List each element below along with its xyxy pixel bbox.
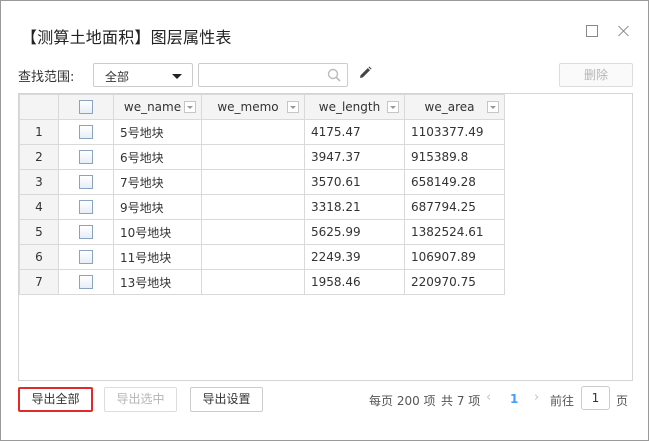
cell-we-name[interactable]: 7号地块 — [113, 169, 202, 195]
search-scope-label: 查找范围: — [18, 70, 75, 85]
select-all-header — [58, 94, 114, 120]
cell-we-name[interactable]: 6号地块 — [113, 144, 202, 170]
cell-we-memo[interactable] — [201, 194, 305, 220]
table-row[interactable]: 3 7号地块 3570.61 658149.28 — [19, 169, 505, 195]
filter-icon[interactable] — [387, 101, 399, 113]
cell-we-length[interactable]: 3318.21 — [304, 194, 405, 220]
cell-we-area[interactable]: 658149.28 — [404, 169, 505, 195]
row-number: 3 — [19, 169, 59, 195]
row-number: 1 — [19, 119, 59, 145]
chevron-down-icon — [172, 74, 182, 79]
cell-we-name[interactable]: 9号地块 — [113, 194, 202, 220]
cell-we-area[interactable]: 1382524.61 — [404, 219, 505, 245]
select-all-checkbox[interactable] — [79, 100, 93, 115]
cell-we-length[interactable]: 4175.47 — [304, 119, 405, 145]
cell-we-memo[interactable] — [201, 269, 305, 295]
page-size-label: 每页 200 项 — [369, 394, 436, 408]
table-row[interactable]: 1 5号地块 4175.47 1103377.49 — [19, 119, 505, 145]
page-unit-label: 页 — [616, 394, 629, 408]
table-row[interactable]: 6 11号地块 2249.39 106907.89 — [19, 244, 505, 270]
column-label: we_memo — [217, 100, 279, 114]
prev-page-button[interactable]: ‹ — [486, 390, 491, 405]
scope-dropdown[interactable]: 全部 — [93, 63, 193, 87]
next-page-button[interactable]: › — [534, 390, 539, 405]
cell-we-memo[interactable] — [201, 244, 305, 270]
row-checkbox[interactable] — [79, 150, 93, 165]
table-row[interactable]: 7 13号地块 1958.46 220970.75 — [19, 269, 505, 295]
dialog-title: 【测算土地面积】图层属性表 — [21, 28, 232, 47]
column-header-we-memo[interactable]: we_memo — [201, 94, 305, 120]
close-icon[interactable] — [616, 23, 632, 39]
cell-we-memo[interactable] — [201, 219, 305, 245]
row-select-cell — [58, 194, 114, 220]
cell-we-memo[interactable] — [201, 144, 305, 170]
attribute-table: we_name we_memo we_length we_area 1 5号地块… — [19, 94, 505, 295]
row-checkbox[interactable] — [79, 200, 93, 215]
goto-page-input[interactable]: 1 — [581, 386, 610, 410]
column-label: we_name — [123, 100, 182, 114]
row-number: 2 — [19, 144, 59, 170]
delete-button[interactable]: 删除 — [559, 63, 633, 87]
attribute-grid: we_name we_memo we_length we_area 1 5号地块… — [18, 93, 633, 381]
row-checkbox[interactable] — [79, 225, 93, 240]
row-select-cell — [58, 269, 114, 295]
filter-icon[interactable] — [184, 101, 196, 113]
row-checkbox[interactable] — [79, 275, 93, 290]
row-select-cell — [58, 244, 114, 270]
row-number: 5 — [19, 219, 59, 245]
cell-we-area[interactable]: 106907.89 — [404, 244, 505, 270]
scope-dropdown-value: 全部 — [105, 70, 130, 84]
cell-we-memo[interactable] — [201, 169, 305, 195]
cell-we-name[interactable]: 11号地块 — [113, 244, 202, 270]
cell-we-length[interactable]: 3570.61 — [304, 169, 405, 195]
goto-label: 前往 — [550, 394, 575, 408]
cell-we-area[interactable]: 687794.25 — [404, 194, 505, 220]
cell-we-length[interactable]: 1958.46 — [304, 269, 405, 295]
attribute-table-dialog: 【测算土地面积】图层属性表 查找范围: 全部 删除 we_name we_mem… — [0, 0, 649, 441]
filter-icon[interactable] — [287, 101, 299, 113]
table-row[interactable]: 2 6号地块 3947.37 915389.8 — [19, 144, 505, 170]
row-select-cell — [58, 144, 114, 170]
row-number: 4 — [19, 194, 59, 220]
row-select-cell — [58, 119, 114, 145]
column-label: we_length — [318, 100, 381, 114]
filter-icon[interactable] — [487, 101, 499, 113]
row-checkbox[interactable] — [79, 125, 93, 140]
column-header-we-area[interactable]: we_area — [404, 94, 505, 120]
row-select-cell — [58, 169, 114, 195]
column-header-we-name[interactable]: we_name — [113, 94, 202, 120]
current-page-number[interactable]: 1 — [510, 392, 518, 406]
cell-we-length[interactable]: 2249.39 — [304, 244, 405, 270]
search-input[interactable] — [203, 66, 323, 84]
row-checkbox[interactable] — [79, 175, 93, 190]
cell-we-area[interactable]: 1103377.49 — [404, 119, 505, 145]
cell-we-area[interactable]: 220970.75 — [404, 269, 505, 295]
column-header-we-length[interactable]: we_length — [304, 94, 405, 120]
cell-we-length[interactable]: 5625.99 — [304, 219, 405, 245]
pencil-icon[interactable] — [357, 65, 373, 81]
table-row[interactable]: 5 10号地块 5625.99 1382524.61 — [19, 219, 505, 245]
cell-we-name[interactable]: 10号地块 — [113, 219, 202, 245]
table-row[interactable]: 4 9号地块 3318.21 687794.25 — [19, 194, 505, 220]
cell-we-name[interactable]: 5号地块 — [113, 119, 202, 145]
search-icon[interactable] — [327, 68, 341, 82]
column-label: we_area — [424, 100, 475, 114]
rownum-header — [19, 94, 59, 120]
maximize-icon[interactable] — [584, 23, 600, 39]
search-field[interactable] — [198, 63, 348, 87]
cell-we-length[interactable]: 3947.37 — [304, 144, 405, 170]
cell-we-area[interactable]: 915389.8 — [404, 144, 505, 170]
row-checkbox[interactable] — [79, 250, 93, 265]
row-number: 6 — [19, 244, 59, 270]
row-number: 7 — [19, 269, 59, 295]
cell-we-name[interactable]: 13号地块 — [113, 269, 202, 295]
total-count-label: 共 7 项 — [441, 394, 481, 408]
table-header-row: we_name we_memo we_length we_area — [19, 94, 505, 120]
export-selected-button[interactable]: 导出选中 — [104, 387, 177, 412]
export-all-button[interactable]: 导出全部 — [18, 387, 93, 412]
row-select-cell — [58, 219, 114, 245]
export-settings-button[interactable]: 导出设置 — [190, 387, 263, 412]
cell-we-memo[interactable] — [201, 119, 305, 145]
